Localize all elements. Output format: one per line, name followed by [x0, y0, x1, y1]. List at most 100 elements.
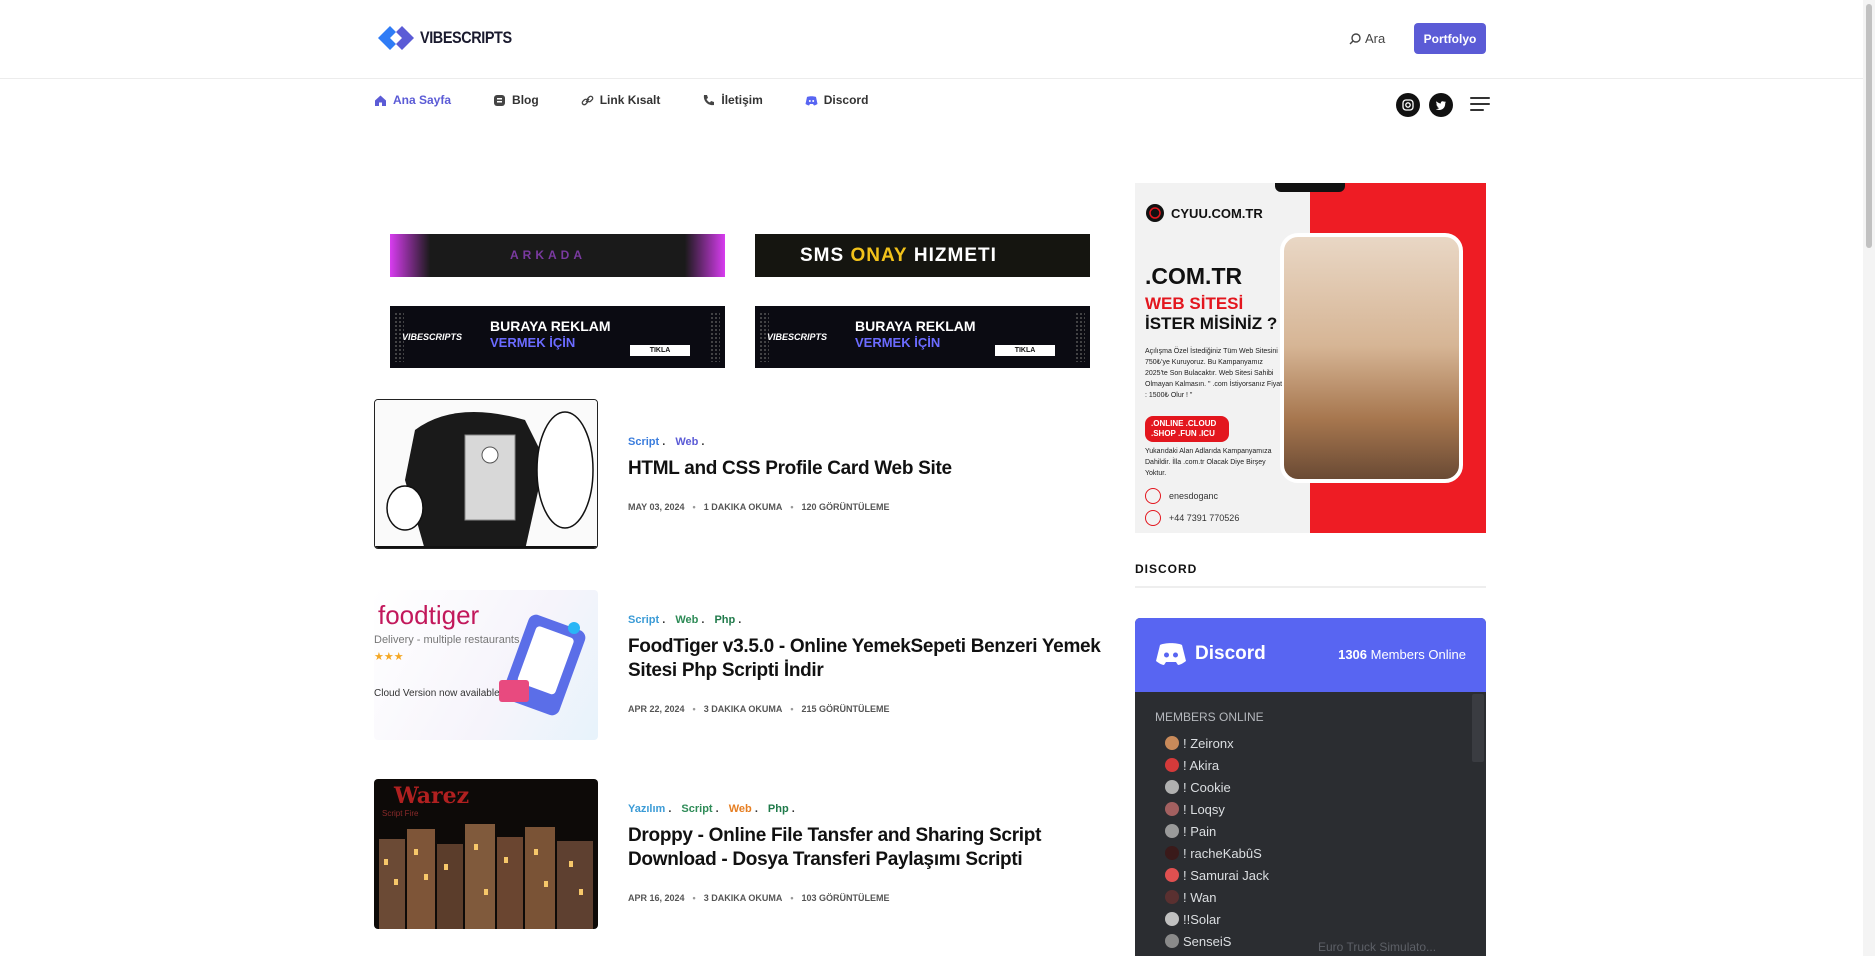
ad-arkada-text: ARKADA [510, 248, 586, 262]
post-title[interactable]: HTML and CSS Profile Card Web Site [628, 457, 1108, 481]
post-views: 103 GÖRÜNTÜLEME [801, 893, 890, 903]
home-icon [375, 95, 386, 106]
main-nav: Ana Sayfa Blog Link Kısalt İletişim Disc… [374, 93, 910, 107]
post-card: foodtiger Delivery - multiple restaurant… [374, 590, 1114, 740]
member-item[interactable]: ! racheKabûS [1155, 842, 1466, 864]
page-scrollbar[interactable] [1863, 0, 1875, 956]
menu-icon[interactable] [1470, 97, 1490, 115]
nav-label: Discord [823, 93, 869, 107]
nav-label: Blog [512, 93, 539, 107]
post-views: 120 GÖRÜNTÜLEME [801, 502, 890, 512]
member-item[interactable]: ! Wan [1155, 886, 1466, 908]
category-tag[interactable]: Php [714, 614, 741, 626]
ad-red-text: WEB SİTESİ [1145, 294, 1244, 313]
post-meta: APR 22, 2024 • 3 DAKIKA OKUMA • 215 GÖRÜNT… [628, 704, 890, 714]
avatar [1165, 736, 1179, 750]
category-tag[interactable]: Script [681, 803, 718, 815]
ad-instagram: enesdoganc [1145, 488, 1218, 504]
nav-item-blog[interactable]: Blog [493, 93, 539, 107]
ad-cta: TIKLA [630, 345, 690, 356]
member-item[interactable]: !!Solar [1155, 908, 1466, 930]
top-header: VIBESCRIPTS Ara Portfolyo [0, 0, 1863, 79]
ad-brand: VIBESCRIPTS [767, 332, 828, 342]
nav-label: Ana Sayfa [393, 93, 452, 107]
star-rating-icon: ★★★ [374, 651, 404, 663]
avatar [1165, 846, 1179, 860]
logo-text: VIBESCRIPTS [420, 28, 512, 47]
discord-scrollbar[interactable] [1472, 694, 1484, 762]
avatar [1165, 802, 1179, 816]
sidebar-ad-banner[interactable]: CYUU.COM.TR .COM.TR WEB SİTESİ İSTER MİS… [1135, 183, 1486, 533]
post-card: Script Web HTML and CSS Profile Card Web… [374, 399, 1114, 549]
post-thumbnail[interactable] [374, 399, 598, 549]
ad-banner-arkada[interactable]: ARKADA [390, 234, 725, 277]
ad-domains-pill: .ONLINE .CLOUD .SHOP .FUN .ICU [1145, 416, 1229, 442]
member-game-status: Euro Truck Simulato... [1318, 940, 1437, 954]
member-item[interactable]: ! Samurai Jack [1155, 864, 1466, 886]
category-tag[interactable]: Script [628, 436, 665, 448]
discord-members: MEMBERS ONLINE ! Zeironx ! Akira ! Cooki… [1135, 692, 1486, 956]
ad-banner-reklam-2[interactable]: VIBESCRIPTS BURAYA REKLAM VERMEK İÇİN TI… [755, 306, 1090, 368]
member-item[interactable]: ! Loqsy [1155, 798, 1466, 820]
ad-question: İSTER MİSİNİZ ? [1145, 314, 1278, 333]
scrollbar-thumb[interactable] [1866, 4, 1872, 248]
discord-widget: Discord 1306 Members Online MEMBERS ONLI… [1135, 618, 1486, 956]
post-read-time: 3 DAKIKA OKUMA [703, 704, 783, 714]
instagram-button[interactable] [1396, 93, 1420, 117]
category-tag[interactable]: Web [675, 436, 704, 448]
ad-line2: VERMEK İÇİN [855, 335, 941, 350]
search-button[interactable]: Ara [1349, 31, 1385, 46]
discord-logo[interactable]: Discord [1155, 642, 1266, 666]
site-logo[interactable]: VIBESCRIPTS [376, 22, 528, 54]
thumb-warez-title: Warez [394, 783, 470, 809]
discord-icon [805, 95, 818, 105]
portfolio-button[interactable]: Portfolyo [1414, 23, 1486, 54]
ad-sms-text: SMS ONAY HIZMETI [800, 245, 997, 266]
ad-phone: +44 7391 770526 [1145, 510, 1239, 526]
nav-item-contact[interactable]: İletişim [702, 93, 763, 107]
discord-icon [1156, 643, 1186, 665]
category-tag[interactable]: Web [675, 614, 704, 626]
category-tag[interactable]: Script [628, 614, 665, 626]
ad-banner-reklam-1[interactable]: VIBESCRIPTS BURAYA REKLAM VERMEK İÇİN TI… [390, 306, 725, 368]
member-item[interactable]: ! Cookie [1155, 776, 1466, 798]
avatar [1165, 780, 1179, 794]
search-icon [1349, 32, 1361, 44]
phone-icon [704, 94, 715, 105]
member-item[interactable]: ! Zeironx [1155, 732, 1466, 754]
thumb-foodtiger-cloud: Cloud Version now available [374, 688, 500, 699]
ad-line2: VERMEK İÇİN [490, 335, 576, 350]
nav-item-discord[interactable]: Discord [805, 93, 869, 107]
post-title[interactable]: FoodTiger v3.5.0 - Online YemekSepeti Be… [628, 635, 1108, 683]
post-read-time: 3 DAKIKA OKUMA [703, 893, 783, 903]
discord-online-count: 1306 Members Online [1338, 647, 1466, 662]
post-date: APR 16, 2024 [628, 893, 685, 903]
category-tag[interactable]: Php [768, 803, 795, 815]
twitter-button[interactable] [1429, 93, 1453, 117]
member-item[interactable]: ! Pain [1155, 820, 1466, 842]
instagram-icon [1402, 99, 1414, 111]
ad-banner-sms[interactable]: SMS ONAY HIZMETI [755, 234, 1090, 277]
post-thumbnail[interactable]: Warez Script Fire [374, 779, 598, 929]
ad-body2: Yukarıdaki Alan Adlarıda Kampanyamıza Da… [1145, 448, 1272, 477]
category-tag[interactable]: Yazılım [628, 803, 671, 815]
avatar [1165, 934, 1179, 948]
instagram-icon [1145, 488, 1161, 504]
post-views: 215 GÖRÜNTÜLEME [801, 704, 890, 714]
nav-label: Link Kısalt [599, 93, 661, 107]
post-card: Warez Script Fire Yazılım Script Web Php… [374, 779, 1114, 929]
category-tag[interactable]: Web [729, 803, 758, 815]
post-title[interactable]: Droppy - Online File Tansfer and Sharing… [628, 824, 1108, 872]
ad-cta: TIKLA [995, 345, 1055, 356]
nav-item-link-shortener[interactable]: Link Kısalt [581, 93, 661, 107]
search-label: Ara [1365, 31, 1386, 46]
nav-item-home[interactable]: Ana Sayfa [374, 93, 451, 107]
post-thumbnail[interactable]: foodtiger Delivery - multiple restaurant… [374, 590, 598, 740]
member-item[interactable]: ! Akira [1155, 754, 1466, 776]
ad-domain: CYUU.COM.TR [1145, 203, 1263, 223]
whatsapp-icon [1145, 510, 1161, 526]
post-categories: Script Web [628, 436, 704, 448]
avatar [1165, 824, 1179, 838]
ad-brand: VIBESCRIPTS [402, 332, 463, 342]
discord-header: Discord 1306 Members Online [1135, 618, 1486, 692]
